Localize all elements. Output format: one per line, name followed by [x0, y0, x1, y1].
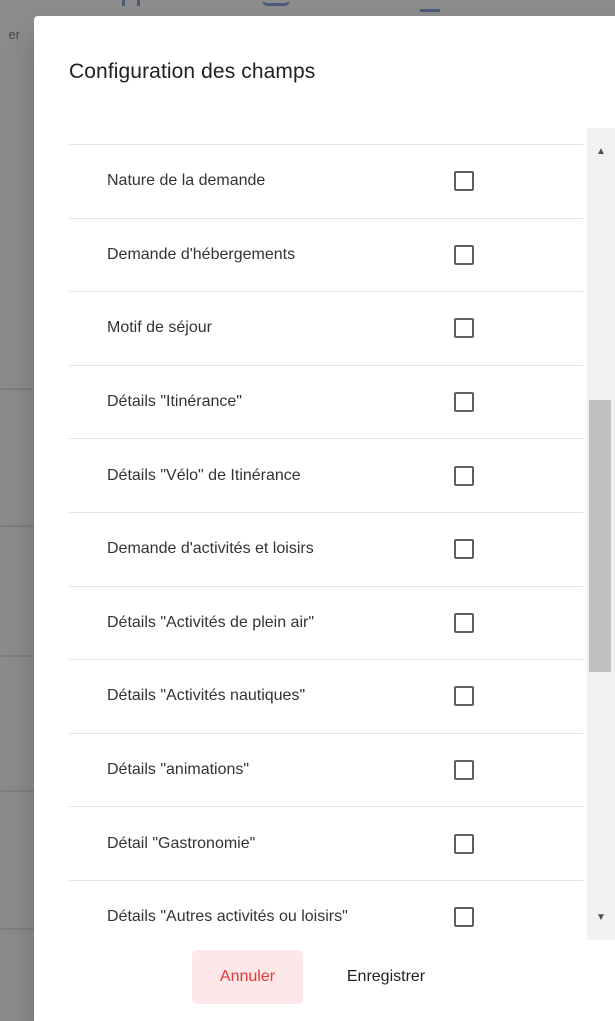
field-checkbox[interactable]	[454, 686, 474, 707]
field-row[interactable]: Détails "animations"	[69, 732, 583, 807]
vertical-scrollbar[interactable]: ▲ ▼	[587, 128, 615, 940]
field-label: Nature de la demande	[107, 172, 266, 190]
field-row[interactable]: Demande d'activités et loisirs	[69, 511, 583, 586]
field-label: Demande d'hébergements	[107, 245, 296, 263]
save-button[interactable]: Enregistrer	[324, 950, 448, 1004]
dialog-title: Configuration des champs	[69, 60, 316, 83]
field-label: Détails "Activités nautiques"	[107, 687, 306, 705]
background-logo-icon	[122, 0, 140, 6]
field-label: Motif de séjour	[107, 319, 212, 337]
field-checkbox[interactable]	[454, 465, 474, 486]
field-label: Détails "Itinérance"	[107, 393, 242, 411]
field-row[interactable]: Détails "Itinérance"	[69, 364, 583, 439]
field-checkbox[interactable]	[454, 392, 474, 413]
field-row[interactable]: Détails "Autres activités ou loisirs"	[69, 879, 583, 940]
scroll-down-arrow-icon[interactable]: ▼	[587, 908, 615, 928]
field-checkbox[interactable]	[454, 612, 474, 633]
scroll-up-arrow-icon[interactable]: ▲	[587, 142, 615, 162]
scroll-thumb[interactable]	[589, 400, 611, 672]
field-label: Détails "Vélo" de Itinérance	[107, 466, 301, 484]
field-row[interactable]: Nature de la demande	[69, 144, 583, 218]
dialog-content[interactable]: Nature de la demande Demande d'hébergeme…	[69, 128, 583, 940]
background-menu-icon	[420, 0, 440, 12]
field-checkbox[interactable]	[454, 539, 474, 560]
field-row[interactable]: Détails "Vélo" de Itinérance	[69, 438, 583, 512]
field-checkbox[interactable]	[454, 171, 474, 192]
field-label: Détails "Activités de plein air"	[107, 613, 314, 631]
field-checkbox[interactable]	[454, 318, 474, 339]
field-label: Détails "animations"	[107, 761, 250, 779]
field-label: Détail "Gastronomie"	[107, 834, 256, 852]
field-checkbox[interactable]	[454, 760, 474, 781]
field-label: Demande d'activités et loisirs	[107, 540, 314, 558]
field-list: Nature de la demande Demande d'hébergeme…	[69, 144, 583, 940]
field-checkbox[interactable]	[454, 833, 474, 854]
field-row[interactable]: Demande d'hébergements	[69, 217, 583, 292]
field-row[interactable]: Détail "Gastronomie"	[69, 806, 583, 880]
field-row[interactable]: Motif de séjour	[69, 291, 583, 365]
background-text-fragment: er	[8, 27, 20, 42]
field-row[interactable]: Détails "Activités de plein air"	[69, 585, 583, 660]
field-configuration-dialog: Configuration des champs Nature de la de…	[34, 16, 615, 1021]
field-label: Détails "Autres activités ou loisirs"	[107, 908, 348, 926]
dialog-actions: Annuler Enregistrer	[34, 950, 615, 1004]
background-curve-icon	[262, 0, 290, 6]
field-row[interactable]: Détails "Activités nautiques"	[69, 659, 583, 733]
field-checkbox[interactable]	[454, 907, 474, 928]
field-checkbox[interactable]	[454, 244, 474, 265]
cancel-button[interactable]: Annuler	[192, 950, 303, 1004]
